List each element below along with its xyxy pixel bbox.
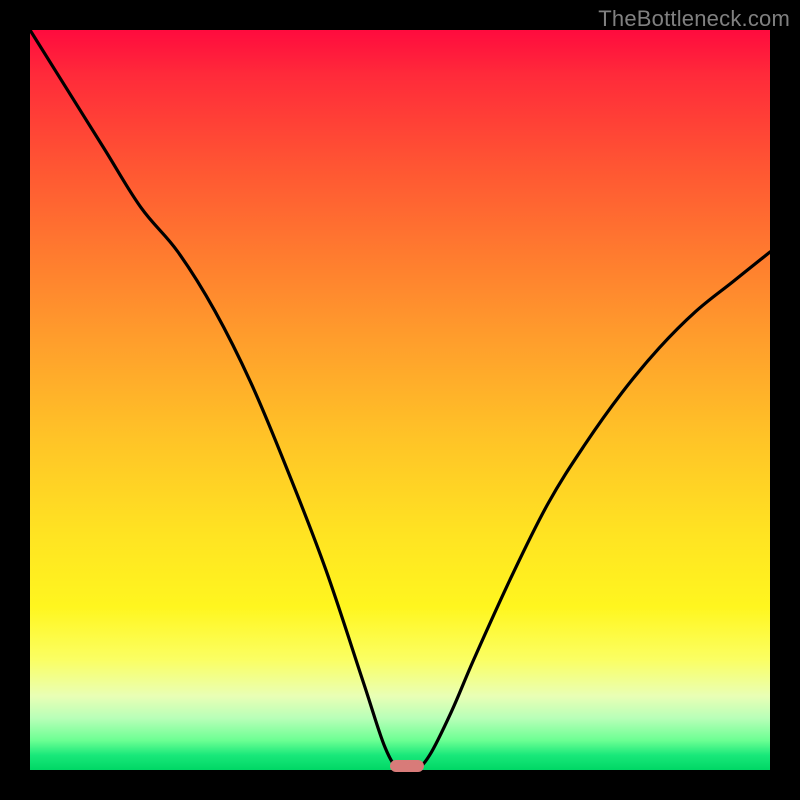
optimum-marker	[390, 760, 424, 772]
watermark-text: TheBottleneck.com	[598, 6, 790, 32]
plot-area	[30, 30, 770, 770]
bottleneck-curve	[30, 30, 770, 770]
chart-frame: TheBottleneck.com	[0, 0, 800, 800]
